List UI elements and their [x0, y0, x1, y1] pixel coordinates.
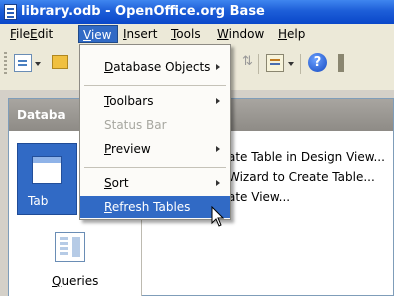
menu-bar: File Edit View Insert Tools Window Help: [0, 24, 394, 44]
toolbar-overflow-icon[interactable]: [338, 54, 344, 72]
view-menu-dropdown: Database Objects Toolbars Status Bar Pre…: [79, 44, 231, 220]
form-icon[interactable]: [266, 54, 284, 72]
sort-icon: ⇅: [242, 54, 253, 69]
task-create-table-design[interactable]: ate Table in Design View...: [228, 150, 385, 164]
tables-icon: [32, 156, 62, 184]
menu-item-refresh-tables[interactable]: Refresh Tables: [80, 196, 230, 218]
submenu-arrow-icon: [216, 146, 220, 152]
menu-item-label: Status Bar: [104, 118, 167, 132]
database-header-label: Databa: [17, 108, 66, 122]
database-document-icon: [4, 4, 17, 20]
menu-separator: [84, 167, 226, 168]
menu-item-preview[interactable]: Preview: [80, 138, 230, 160]
menu-help[interactable]: Help: [276, 26, 307, 42]
submenu-arrow-icon: [216, 180, 220, 186]
open-folder-icon[interactable]: [52, 55, 68, 69]
task-create-view[interactable]: ate View...: [228, 190, 290, 204]
new-document-icon[interactable]: [14, 54, 32, 72]
menu-item-label: Toolbars: [104, 94, 154, 108]
menu-item-label: Database Objects: [104, 60, 211, 74]
queries-icon[interactable]: [55, 232, 85, 262]
window-title: library.odb - OpenOffice.org Base: [21, 4, 265, 19]
menu-insert[interactable]: Insert: [121, 26, 159, 42]
menu-item-label: Preview: [104, 142, 151, 156]
queries-label[interactable]: Queries: [52, 274, 98, 288]
form-dropdown-arrow-icon[interactable]: [288, 62, 294, 66]
menu-item-database-objects[interactable]: Database Objects: [80, 56, 230, 78]
mouse-cursor-icon: [211, 206, 225, 227]
toolbar-separator: [300, 54, 301, 74]
title-bar: library.odb - OpenOffice.org Base: [0, 0, 394, 24]
menu-window[interactable]: Window: [215, 26, 266, 42]
help-icon[interactable]: ?: [308, 53, 327, 72]
menu-view[interactable]: View: [78, 25, 118, 43]
task-wizard-create-table[interactable]: Wizard to Create Table...: [228, 170, 375, 184]
toolbar-separator: [258, 54, 259, 74]
menu-item-label: Refresh Tables: [104, 200, 191, 214]
menu-edit[interactable]: Edit: [28, 26, 55, 42]
tables-label: Tab: [28, 194, 49, 208]
toolbar-grip[interactable]: [4, 52, 7, 76]
menu-item-label: Sort: [104, 176, 129, 190]
menu-separator: [84, 85, 226, 86]
new-dropdown-arrow-icon[interactable]: [35, 62, 41, 66]
menu-tools[interactable]: Tools: [169, 26, 203, 42]
submenu-arrow-icon: [216, 64, 220, 70]
tables-object-button[interactable]: Tab: [17, 143, 77, 215]
menu-item-sort[interactable]: Sort: [80, 172, 230, 194]
submenu-arrow-icon: [216, 98, 220, 104]
menu-item-toolbars[interactable]: Toolbars: [80, 90, 230, 112]
menu-item-status-bar: Status Bar: [80, 114, 230, 136]
